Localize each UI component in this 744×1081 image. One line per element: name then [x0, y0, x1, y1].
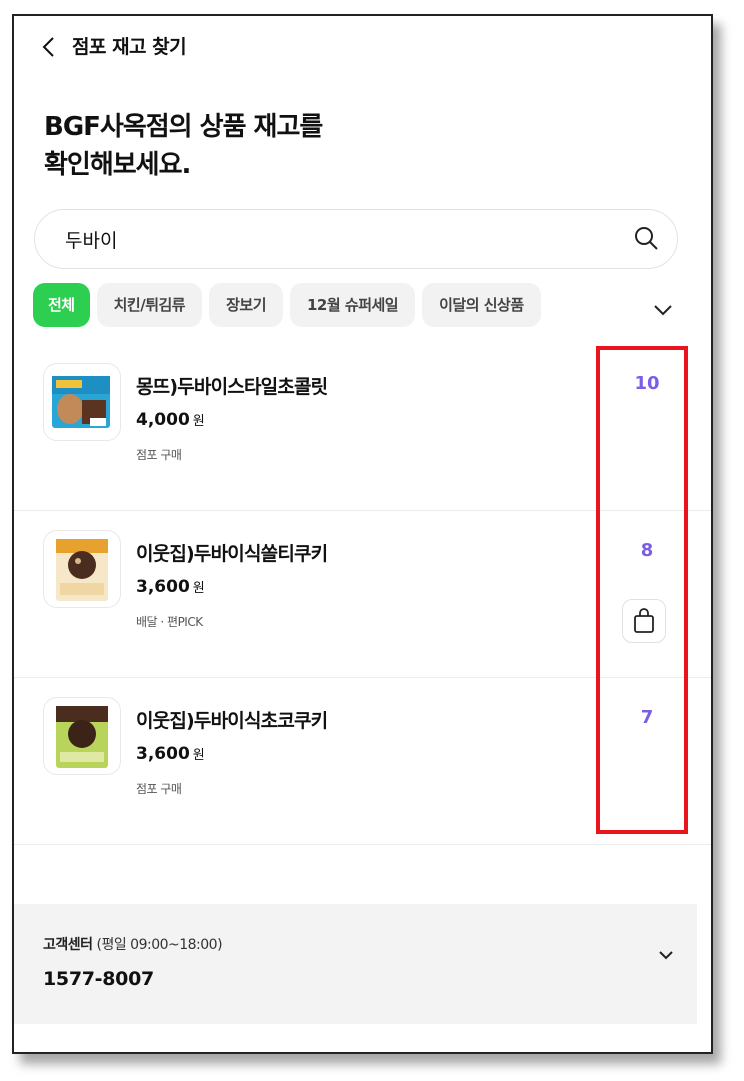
product-image-salty-cookie[interactable]	[43, 530, 121, 608]
customer-center-phone[interactable]: 1577-8007	[43, 968, 154, 990]
product-name[interactable]: 몽뜨)두바이스타일초콜릿	[136, 372, 328, 399]
price-unit: 원	[192, 581, 205, 596]
customer-center-label: 고객센터 (평일 09:00~18:00)	[43, 934, 223, 954]
chip-new-products[interactable]: 이달의 신상품	[422, 283, 541, 327]
app-window: 점포 재고 찾기 BGF사옥점의 상품 재고를 확인해보세요. 전체치킨/튀김류…	[12, 14, 713, 1054]
search-input[interactable]	[63, 220, 627, 258]
chevron-down-icon[interactable]	[650, 298, 676, 322]
product-price: 3,600 원	[136, 577, 205, 597]
chip-all[interactable]: 전체	[33, 283, 90, 327]
customer-center: 고객센터 (평일 09:00~18:00) 1577-8007	[14, 904, 697, 1024]
chevron-left-icon[interactable]	[38, 34, 60, 60]
customer-center-hours: (평일 09:00~18:00)	[96, 937, 223, 953]
price-unit: 원	[192, 414, 205, 429]
page-title-line-1: BGF사옥점의 상품 재고를	[44, 112, 323, 142]
page-title: BGF사옥점의 상품 재고를 확인해보세요.	[44, 108, 644, 184]
chevron-down-icon[interactable]	[654, 944, 678, 966]
purchase-method: 점포 구매	[136, 448, 182, 462]
product-name[interactable]: 이웃집)두바이식쏠티쿠키	[136, 539, 328, 566]
product-price: 3,600 원	[136, 744, 205, 764]
category-chips: 전체 치킨/튀김류 장보기 12월 슈퍼세일 이달의 신상품	[33, 283, 645, 327]
purchase-method: 점포 구매	[136, 782, 182, 796]
price-unit: 원	[192, 748, 205, 763]
product-image-chocolate[interactable]	[43, 363, 121, 441]
page-title-line-2: 확인해보세요.	[44, 150, 191, 180]
header: 점포 재고 찾기	[14, 16, 711, 78]
stock-highlight-box	[596, 346, 688, 834]
search-bar	[34, 209, 678, 269]
chip-december-super-sale[interactable]: 12월 슈퍼세일	[290, 283, 416, 327]
chip-chicken[interactable]: 치킨/튀김류	[96, 283, 203, 327]
product-image-choco-cookie[interactable]	[43, 697, 121, 775]
purchase-method: 배달 · 편PICK	[136, 615, 203, 629]
header-title: 점포 재고 찾기	[72, 36, 187, 58]
price-value: 3,600	[136, 577, 190, 597]
product-price: 4,000 원	[136, 410, 205, 430]
chip-groceries[interactable]: 장보기	[209, 283, 283, 327]
product-name[interactable]: 이웃집)두바이식초코쿠키	[136, 706, 328, 733]
search-icon[interactable]	[633, 225, 659, 251]
customer-center-title: 고객센터	[43, 937, 93, 953]
price-value: 3,600	[136, 744, 190, 764]
price-value: 4,000	[136, 410, 190, 430]
